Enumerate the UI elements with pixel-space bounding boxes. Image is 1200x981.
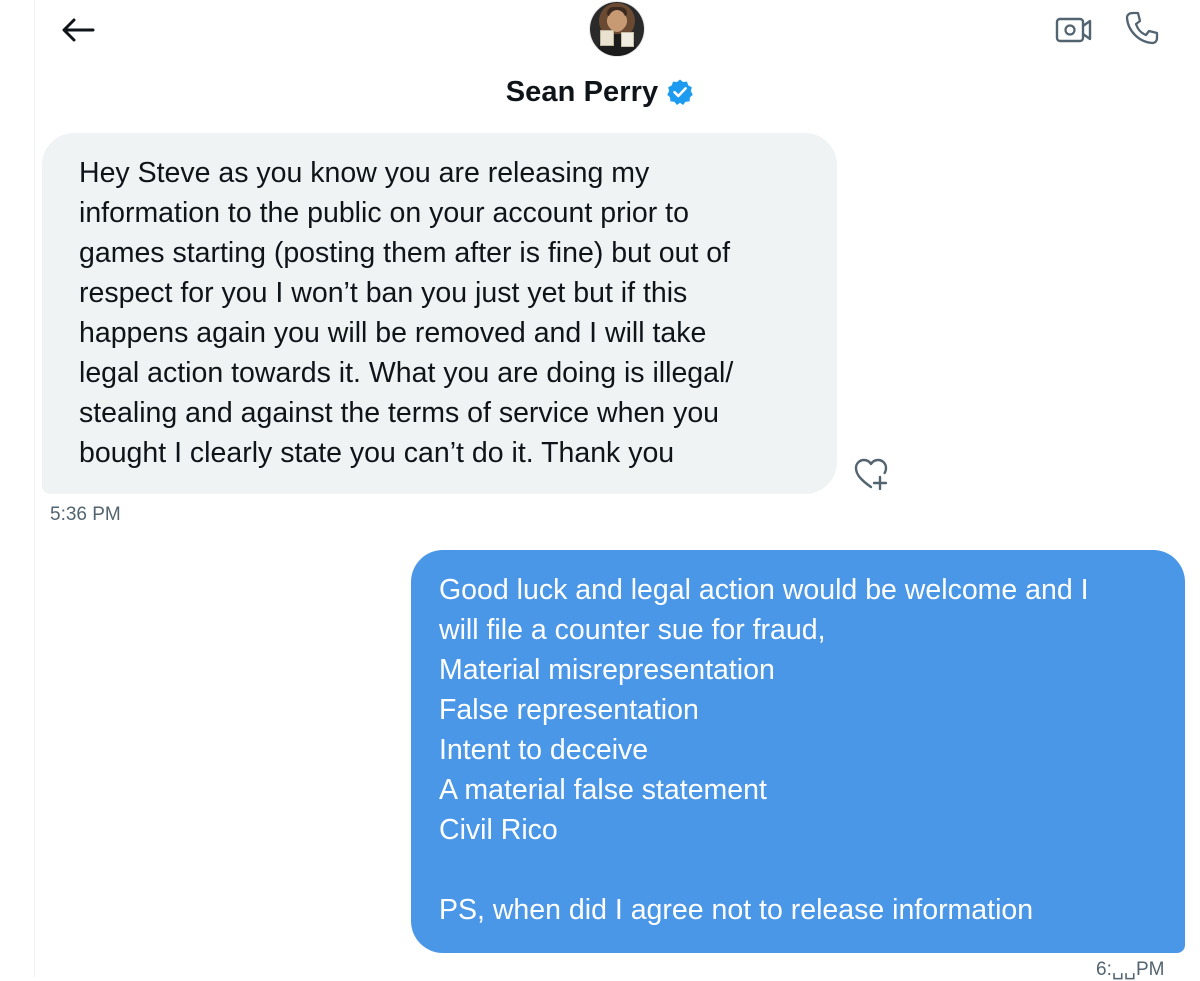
back-button[interactable]: [58, 10, 98, 50]
phone-call-button[interactable]: [1120, 8, 1164, 48]
react-button[interactable]: [852, 454, 892, 494]
outgoing-message-bubble[interactable]: Good luck and legal action would be welc…: [411, 550, 1185, 953]
verified-badge-icon: [666, 78, 694, 106]
avatar[interactable]: [590, 2, 644, 56]
left-divider: [34, 0, 35, 977]
message-timestamp: 6:␣␣PM: [1096, 959, 1165, 980]
message-timestamp: 5:36 PM: [50, 504, 121, 525]
video-call-button[interactable]: [1054, 12, 1094, 48]
incoming-message-bubble[interactable]: Hey Steve as you know you are releasing …: [42, 133, 837, 494]
arrow-left-icon: [62, 18, 95, 42]
contact-name[interactable]: Sean Perry: [506, 76, 659, 109]
heart-plus-icon: [854, 458, 888, 491]
contact-header: Sean Perry: [0, 72, 1200, 112]
video-call-icon: [1055, 17, 1092, 43]
phone-icon: [1125, 11, 1159, 45]
